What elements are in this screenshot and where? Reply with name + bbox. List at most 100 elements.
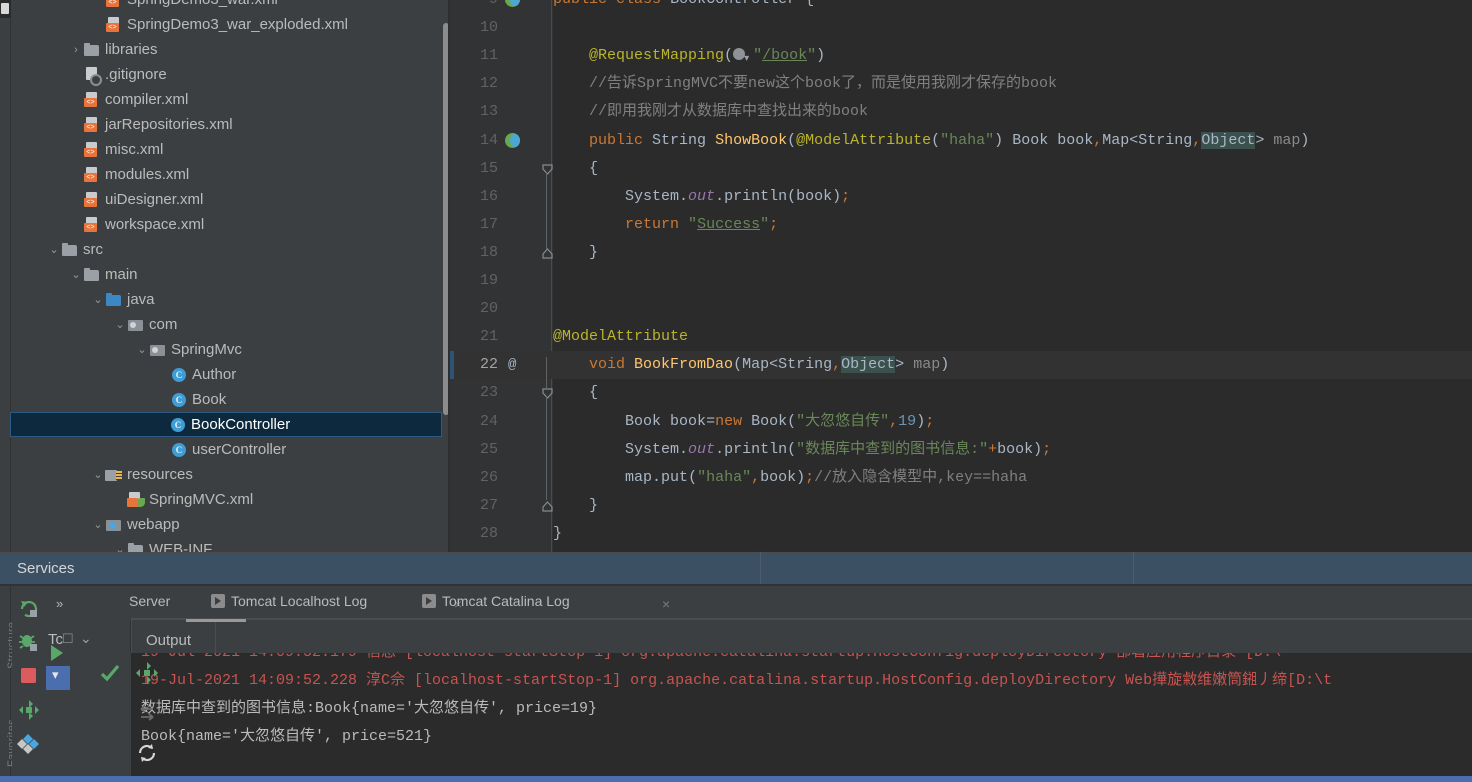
tree-expand-arrow-icon[interactable]: ›: [69, 38, 83, 63]
tree-item[interactable]: ⌄ resources: [11, 462, 443, 487]
settings-icon[interactable]: [17, 732, 41, 756]
spring-bean-icon[interactable]: [505, 132, 521, 149]
services-tab-bar[interactable]: Server Tomcat Localhost Log × Tomcat Catali…: [46, 586, 1472, 620]
tree-item[interactable]: Author: [11, 362, 443, 387]
tree-item[interactable]: workspace.xml: [11, 212, 443, 237]
code-line[interactable]: }: [553, 520, 562, 548]
line-number: 26: [479, 468, 498, 486]
code-editor[interactable]: 9 public class BookController {10 11 @Requ…: [450, 0, 1472, 552]
spring-leaf-icon: [136, 498, 145, 507]
stop-icon[interactable]: [17, 664, 41, 688]
expand-icon[interactable]: [135, 661, 159, 685]
rerun-icon[interactable]: [17, 596, 41, 620]
tree-item[interactable]: .gitignore: [11, 62, 443, 87]
tree-item[interactable]: ⌄ webapp: [11, 512, 443, 537]
code-line[interactable]: //即用我刚才从数据库中查找出来的book: [553, 98, 868, 126]
line-number: 16: [479, 187, 498, 205]
tree-item[interactable]: userController: [11, 437, 443, 462]
code-line[interactable]: }: [553, 492, 598, 520]
fold-close-icon[interactable]: [542, 247, 553, 259]
tree-item[interactable]: ⌄ SpringMvc: [11, 337, 443, 362]
code-line[interactable]: {: [553, 379, 598, 407]
code-line[interactable]: {: [553, 155, 598, 183]
tree-expand-arrow-icon[interactable]: ⌄: [47, 238, 61, 263]
output-doc-icon[interactable]: ☐: [62, 631, 74, 647]
tree-item[interactable]: jarRepositories.xml: [11, 112, 443, 137]
code-line[interactable]: //告诉SpringMVC不要new这个book了，而是使用我刚才保存的book: [553, 70, 1057, 98]
tree-expand-arrow-icon[interactable]: ⌄: [113, 538, 127, 552]
code-line[interactable]: return "Success";: [553, 211, 778, 239]
fold-region-line: [546, 172, 547, 249]
tree-expand-arrow-icon[interactable]: ⌄: [91, 463, 105, 488]
code-line[interactable]: }: [553, 239, 598, 267]
code-line[interactable]: Book book=new Book("大忽悠自传",19);: [553, 408, 934, 436]
tree-item[interactable]: ⌄ WEB-INF: [11, 537, 443, 552]
chevron-expand-icon[interactable]: »: [56, 596, 63, 611]
tree-item-selected[interactable]: BookController: [10, 412, 442, 437]
fold-open-icon[interactable]: [542, 163, 553, 175]
output-dropdown-chevron[interactable]: ⌄: [80, 630, 92, 647]
webapp-folder-icon: [105, 516, 123, 534]
code-line[interactable]: System.out.println("数据库中查到的图书信息:"+book);: [553, 436, 1051, 464]
tree-item[interactable]: uiDesigner.xml: [11, 187, 443, 212]
output-tab-label[interactable]: Output: [146, 632, 191, 649]
collapse-icon[interactable]: [135, 701, 159, 725]
tree-item-label: SpringDemo3_war_exploded.xml: [127, 16, 348, 33]
tree-item[interactable]: › libraries: [11, 37, 443, 62]
tree-expand-arrow-icon[interactable]: ⌄: [69, 263, 83, 288]
tree-item[interactable]: modules.xml: [11, 162, 443, 187]
tree-item[interactable]: compiler.xml: [11, 87, 443, 112]
console-error-line: 19-Jul-2021 14:09:52.228 淳C佘 [localhost-…: [141, 672, 1333, 689]
tree-item[interactable]: SpringDemo3_war_exploded.xml: [11, 12, 443, 37]
console-output[interactable]: 19-Jul-2021 14:09:52.179 信息 [localhost-s…: [131, 653, 1472, 782]
tree-item-label: SpringMVC.xml: [149, 491, 254, 508]
code-line[interactable]: System.out.println(book);: [553, 183, 850, 211]
java-class-icon: [171, 441, 188, 459]
services-tab[interactable]: Tomcat Localhost Log: [211, 593, 367, 609]
fold-close-icon[interactable]: [542, 500, 553, 512]
deploy-icon[interactable]: [17, 698, 41, 722]
project-tool-window[interactable]: SpringDemo3_war.xml SpringDemo3_war_explo…: [0, 0, 450, 552]
services-header-bar[interactable]: Services: [0, 552, 1472, 585]
services-tab[interactable]: Server: [129, 593, 170, 609]
services-toolbar[interactable]: [12, 586, 45, 782]
services-tab[interactable]: Tomcat Catalina Log: [422, 593, 570, 609]
code-line[interactable]: public String ShowBook(@ModelAttribute("…: [553, 127, 1309, 155]
xml-file-icon: [83, 91, 101, 109]
tree-item[interactable]: ⌄ java: [11, 287, 443, 312]
tree-expand-arrow-icon[interactable]: ⌄: [113, 313, 127, 338]
debug-rerun-icon[interactable]: [17, 630, 41, 654]
code-line[interactable]: map.put("haha",book);//放入隐含模型中,key==haha: [553, 464, 1027, 492]
tree-item[interactable]: SpringDemo3_war.xml: [11, 0, 443, 12]
tree-item[interactable]: misc.xml: [11, 137, 443, 162]
console-resize-handle[interactable]: [186, 619, 246, 622]
line-number: 19: [479, 272, 498, 289]
tree-expand-arrow-icon[interactable]: ⌄: [135, 338, 149, 363]
line-number: 28: [479, 524, 498, 542]
tree-item[interactable]: ⌄ main: [11, 262, 443, 287]
tree-item-label: userController: [192, 441, 287, 458]
package-icon: [127, 316, 145, 334]
check-icon[interactable]: [98, 661, 122, 685]
annotation-gutter-icon[interactable]: @: [508, 357, 524, 373]
project-icon[interactable]: [0, 0, 11, 18]
tree-item[interactable]: ⌄ src: [11, 237, 443, 262]
code-line[interactable]: @ModelAttribute: [553, 323, 688, 351]
project-tree[interactable]: SpringDemo3_war.xml SpringDemo3_war_explo…: [10, 0, 443, 552]
tree-expand-arrow-icon[interactable]: ⌄: [91, 513, 105, 538]
gutter-separator: [551, 0, 552, 552]
tree-item[interactable]: ⌄ com: [11, 312, 443, 337]
tree-expand-arrow-icon[interactable]: ⌄: [91, 288, 105, 313]
tree-item[interactable]: SpringMVC.xml: [11, 487, 443, 512]
tree-item[interactable]: Book: [11, 387, 443, 412]
refresh-icon[interactable]: [135, 741, 159, 765]
selected-run-node[interactable]: [46, 666, 70, 690]
tab-close-icon[interactable]: ×: [662, 596, 670, 612]
code-line[interactable]: public class BookController {: [553, 0, 814, 14]
fold-open-icon[interactable]: [542, 388, 553, 400]
url-gutter-icon[interactable]: [733, 46, 753, 74]
console-toolbar[interactable]: [89, 653, 158, 782]
code-line[interactable]: @RequestMapping("/book"): [553, 42, 825, 74]
code-line[interactable]: void BookFromDao(Map<String,Object> map): [553, 351, 949, 379]
spring-bean-icon[interactable]: [505, 0, 521, 8]
